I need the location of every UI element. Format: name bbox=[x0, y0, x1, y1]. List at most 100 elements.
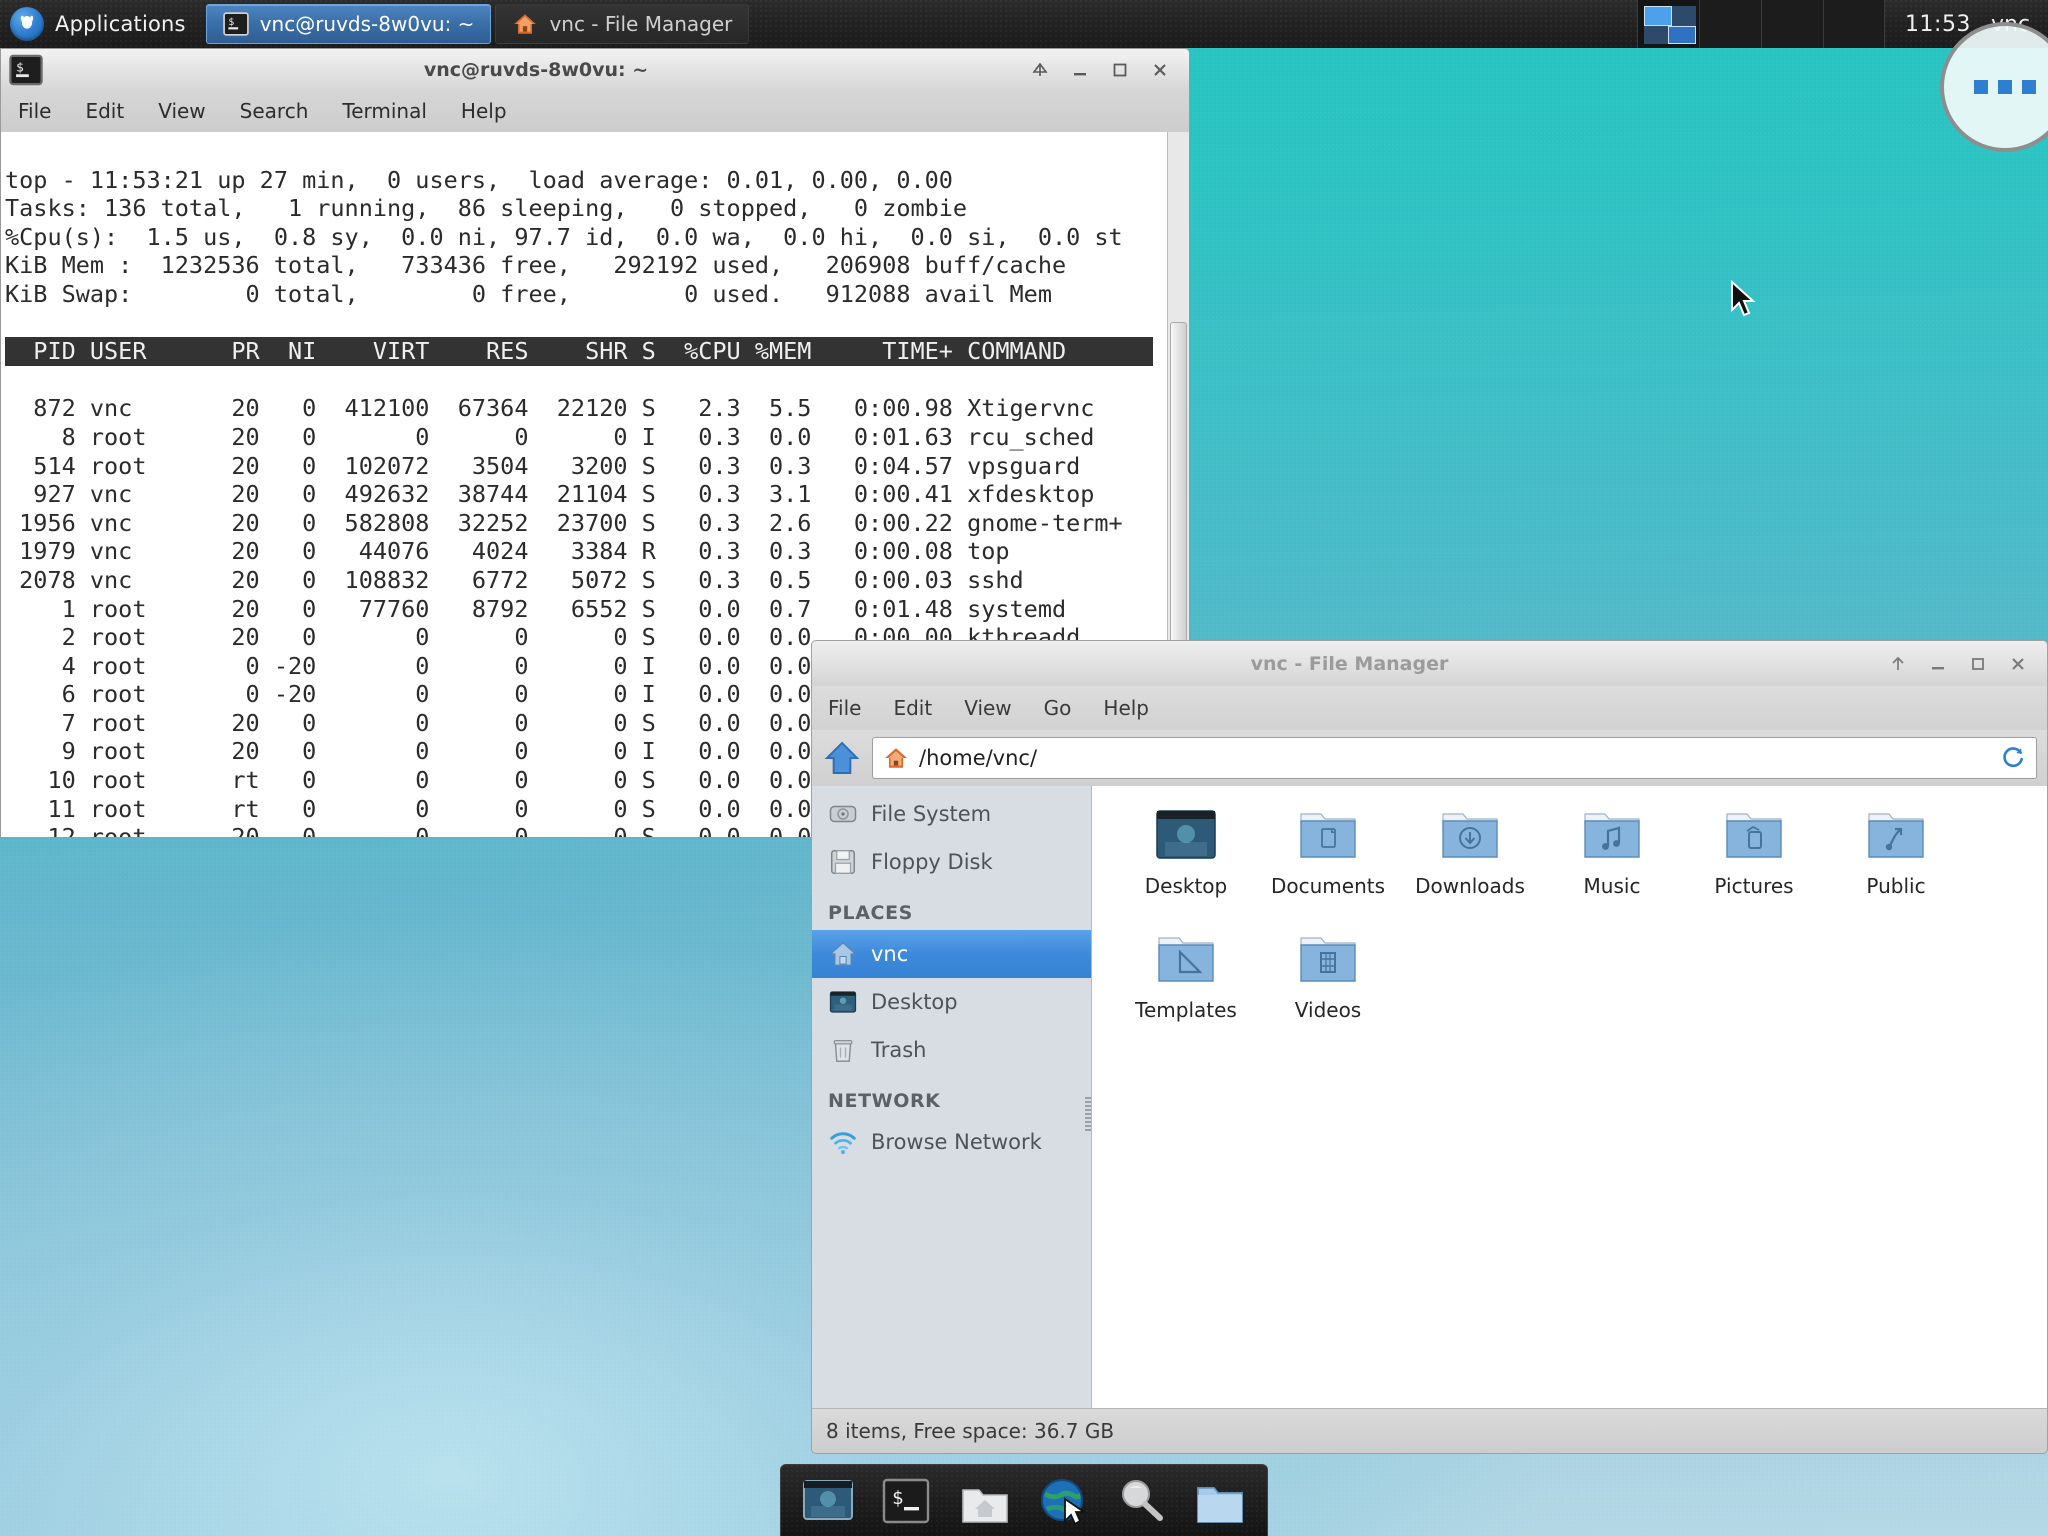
process-row: 927 vnc 20 0 492632 38744 21104 S 0.3 3.… bbox=[5, 480, 1095, 509]
sidebar-item-desktop[interactable]: Desktop bbox=[812, 978, 1091, 1026]
home-icon bbox=[828, 941, 858, 966]
web-browser-icon[interactable] bbox=[1035, 1473, 1091, 1529]
network-icon bbox=[830, 1132, 856, 1154]
path-value: /home/vnc/ bbox=[919, 746, 1038, 770]
sidebar-item-label: Trash bbox=[871, 1038, 927, 1062]
templates-folder-icon bbox=[1158, 937, 1214, 982]
videos-folder-icon bbox=[1300, 937, 1356, 982]
menu-edit[interactable]: Edit bbox=[877, 686, 948, 730]
file-item-downloads[interactable]: Downloads bbox=[1402, 804, 1538, 928]
file-manager-titlebar[interactable]: vnc - File Manager bbox=[811, 640, 2048, 686]
menu-edit[interactable]: Edit bbox=[68, 90, 141, 132]
trash-icon bbox=[833, 1040, 853, 1062]
music-folder-icon bbox=[1584, 813, 1640, 858]
workspace-switcher[interactable] bbox=[1637, 0, 1886, 48]
close-button[interactable] bbox=[1149, 59, 1171, 81]
file-item-desktop[interactable]: Desktop bbox=[1118, 804, 1254, 928]
file-manager-content: File System Floppy Disk PLACES vnc Deskt… bbox=[811, 786, 2048, 1408]
workspace-3[interactable] bbox=[1761, 0, 1824, 48]
file-item-label: Public bbox=[1866, 874, 1926, 898]
terminal-menubar[interactable]: File Edit View Search Terminal Help bbox=[0, 90, 1190, 132]
sidebar-item-file-system[interactable]: File System bbox=[812, 790, 1091, 838]
sidebar-item-trash[interactable]: Trash bbox=[812, 1026, 1091, 1074]
menu-view[interactable]: View bbox=[948, 686, 1027, 730]
top-summary-line: %Cpu(s): 1.5 us, 0.8 sy, 0.0 ni, 97.7 id… bbox=[5, 222, 1123, 251]
file-item-public[interactable]: Public bbox=[1828, 804, 1964, 928]
top-summary-line: top - 11:53:21 up 27 min, 0 users, load … bbox=[5, 165, 953, 194]
taskbar-item-terminal[interactable]: $ vnc@ruvds-8w0vu: ~ bbox=[205, 4, 492, 44]
reload-icon[interactable] bbox=[2000, 745, 2026, 771]
desktop-folder-icon bbox=[1156, 810, 1216, 859]
file-item-label: Videos bbox=[1294, 998, 1362, 1022]
menu-file[interactable]: File bbox=[1, 90, 68, 132]
svg-text:$: $ bbox=[16, 60, 24, 75]
maximize-button[interactable] bbox=[1109, 59, 1131, 81]
terminal-titlebar[interactable]: $ vnc@ruvds-8w0vu: ~ bbox=[0, 48, 1190, 90]
sidebar-item-label: Floppy Disk bbox=[871, 850, 993, 874]
menu-view[interactable]: View bbox=[141, 90, 222, 132]
sidebar-item-vnc[interactable]: vnc bbox=[812, 930, 1091, 978]
file-item-templates[interactable]: Templates bbox=[1118, 928, 1254, 1052]
svg-text:$: $ bbox=[892, 1487, 903, 1509]
file-item-documents[interactable]: Documents bbox=[1260, 804, 1396, 928]
menu-help[interactable]: Help bbox=[1087, 686, 1165, 730]
dot-3 bbox=[2022, 80, 2036, 94]
terminal-window-buttons[interactable] bbox=[1029, 59, 1189, 81]
public-folder-icon bbox=[1868, 813, 1924, 858]
file-item-videos[interactable]: Videos bbox=[1260, 928, 1396, 1052]
menu-search[interactable]: Search bbox=[223, 90, 326, 132]
workspace-4[interactable] bbox=[1823, 0, 1886, 48]
minimize-button[interactable] bbox=[1069, 59, 1091, 81]
menu-file[interactable]: File bbox=[812, 686, 877, 730]
xfce-mouse-logo-icon bbox=[10, 7, 44, 41]
shade-button[interactable] bbox=[1029, 59, 1051, 81]
taskbar-item-file-manager[interactable]: vnc - File Manager bbox=[495, 4, 750, 44]
mouse-cursor bbox=[1731, 280, 1756, 317]
file-manager-window-title: vnc - File Manager bbox=[1250, 652, 1449, 675]
terminal-icon: $ bbox=[222, 12, 249, 36]
sidebar-item-floppy-disk[interactable]: Floppy Disk bbox=[812, 838, 1091, 886]
show-desktop-icon[interactable] bbox=[800, 1473, 856, 1529]
file-item-pictures[interactable]: Pictures bbox=[1686, 804, 1822, 928]
menu-help[interactable]: Help bbox=[444, 90, 524, 132]
file-manager-window-buttons[interactable] bbox=[1887, 653, 2047, 675]
applications-menu-button[interactable]: Applications bbox=[0, 0, 204, 48]
floppy-icon bbox=[831, 850, 855, 874]
close-button[interactable] bbox=[2007, 653, 2029, 675]
sidebar-item-label: Browse Network bbox=[871, 1130, 1042, 1154]
file-item-label: Downloads bbox=[1415, 874, 1525, 898]
file-item-music[interactable]: Music bbox=[1544, 804, 1680, 928]
menu-terminal[interactable]: Terminal bbox=[325, 90, 444, 132]
pictures-folder-icon bbox=[1726, 813, 1782, 858]
top-panel: Applications $ vnc@ruvds-8w0vu: ~ vnc - … bbox=[0, 0, 2048, 48]
process-table-header: PID USER PR NI VIRT RES SHR S %CPU %MEM … bbox=[5, 337, 1153, 366]
sidebar-item-browse-network[interactable]: Browse Network bbox=[812, 1118, 1091, 1166]
file-manager-sidebar[interactable]: File System Floppy Disk PLACES vnc Deskt… bbox=[812, 786, 1092, 1408]
minimize-button[interactable] bbox=[1927, 653, 1949, 675]
workspace-2[interactable] bbox=[1699, 0, 1762, 48]
home-icon bbox=[885, 748, 907, 768]
file-manager-icon[interactable] bbox=[1192, 1473, 1248, 1529]
file-manager-toolbar[interactable]: /home/vnc/ bbox=[811, 730, 2048, 786]
status-text: 8 items, Free space: 36.7 GB bbox=[826, 1419, 1115, 1443]
file-manager-menubar[interactable]: File Edit View Go Help bbox=[811, 686, 2048, 730]
process-row: 1979 vnc 20 0 44076 4024 3384 R 0.3 0.3 … bbox=[5, 537, 1010, 566]
maximize-button[interactable] bbox=[1967, 653, 1989, 675]
workspace-1[interactable] bbox=[1637, 0, 1700, 48]
search-icon[interactable] bbox=[1113, 1473, 1169, 1529]
file-manager-icon-view[interactable]: Desktop Documents Downloads Music Pictur… bbox=[1092, 786, 2047, 1408]
menu-go[interactable]: Go bbox=[1028, 686, 1088, 730]
parent-folder-up-icon[interactable] bbox=[822, 738, 862, 778]
home-folder-icon[interactable] bbox=[957, 1473, 1013, 1529]
sidebar-item-label: Desktop bbox=[871, 990, 958, 1014]
file-item-label: Desktop bbox=[1144, 874, 1228, 898]
shade-button[interactable] bbox=[1887, 653, 1909, 675]
terminal-icon[interactable]: $ bbox=[878, 1473, 934, 1529]
bottom-dock[interactable]: $ bbox=[780, 1464, 1268, 1536]
file-manager-window[interactable]: vnc - File Manager File Edit View Go Hel… bbox=[811, 640, 2048, 1458]
sidebar-resize-grip[interactable] bbox=[1085, 1097, 1091, 1131]
sidebar-places-header: PLACES bbox=[828, 902, 913, 924]
dot-1 bbox=[1974, 80, 1988, 94]
harddisk-icon bbox=[829, 805, 857, 823]
path-input[interactable]: /home/vnc/ bbox=[872, 737, 2037, 779]
